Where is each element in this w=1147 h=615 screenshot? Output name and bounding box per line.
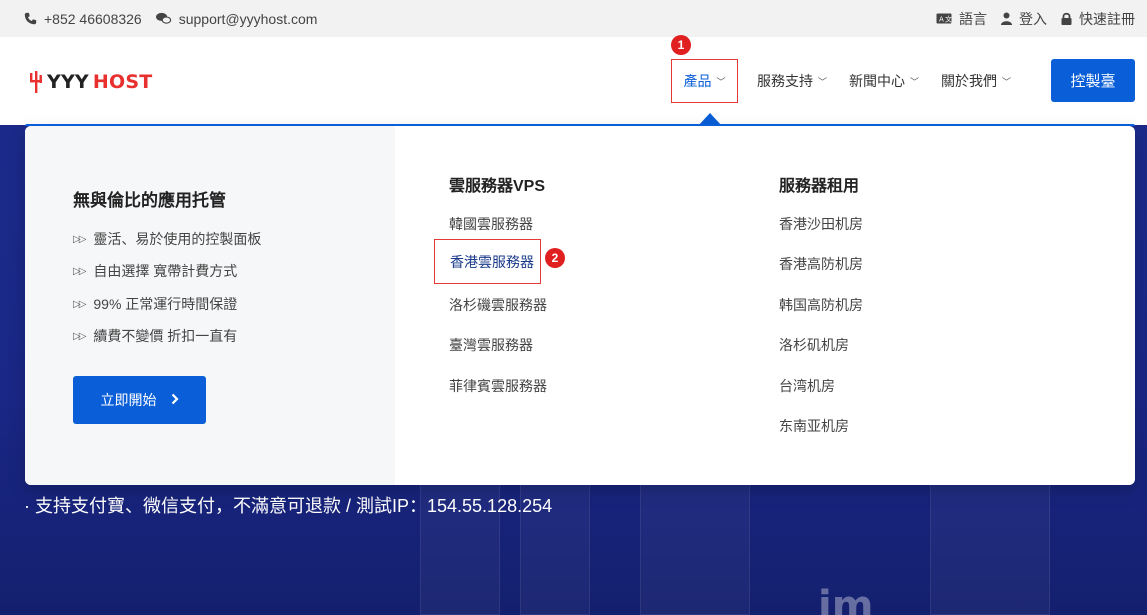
double-arrow-icon: ▷▷	[73, 298, 86, 310]
menu-link-la-dc[interactable]: 洛杉矶机房	[779, 335, 849, 355]
nav-products-label: 產品	[683, 73, 712, 89]
chevron-down-icon: ﹀	[818, 76, 828, 87]
chevron-down-icon: ﹀	[716, 76, 726, 87]
menu-link-philippines-cloud[interactable]: 菲律賓雲服務器	[449, 376, 547, 396]
step-badge-1: 1	[671, 35, 691, 55]
vps-column-title: 雲服務器VPS	[449, 178, 546, 195]
menu-link-kr-ddos[interactable]: 韩国高防机房	[779, 295, 863, 315]
chat-icon	[155, 12, 172, 25]
nav-news[interactable]: 新聞中心 ﹀	[841, 59, 927, 103]
top-bar-actions: A文 語言 登入 快速註冊	[936, 0, 1135, 37]
double-arrow-icon: ▷▷	[73, 330, 86, 342]
hero-subtitle: · 支持支付寶、微信支付，不滿意可退款 / 測試IP：154.55.128.25…	[24, 496, 553, 516]
feature-text: 續費不變價 折扣一直有	[93, 328, 238, 344]
language-label: 語言	[959, 10, 987, 27]
nav-about-label: 關於我們	[941, 73, 998, 89]
feature-item: ▷▷ 99% 正常運行時間保證	[73, 294, 237, 314]
double-arrow-icon: ▷▷	[73, 233, 86, 245]
dropdown-intro-panel: 無與倫比的應用托管 ▷▷ 靈活、易於使用的控製面板 ▷▷ 自由選擇 寬帶計費方式…	[25, 126, 395, 485]
logo-text-yyy: YYY	[47, 71, 89, 93]
intro-title: 無與倫比的應用托管	[73, 191, 226, 210]
menu-link-sea-dc[interactable]: 东南亚机房	[779, 416, 849, 436]
menu-link-taiwan-cloud[interactable]: 臺灣雲服務器	[449, 335, 533, 355]
user-icon	[1001, 12, 1012, 25]
register-link[interactable]: 快速註冊	[1061, 9, 1135, 29]
products-dropdown: 無與倫比的應用托管 ▷▷ 靈活、易於使用的控製面板 ▷▷ 自由選擇 寬帶計費方式…	[25, 126, 1135, 485]
language-switch[interactable]: A文 語言	[936, 9, 987, 29]
menu-link-tw-dc[interactable]: 台湾机房	[779, 376, 835, 396]
start-now-button[interactable]: 立即開始	[73, 376, 206, 424]
menu-link-la-cloud[interactable]: 洛杉磯雲服務器	[449, 295, 547, 315]
nav-products[interactable]: 產品 ﹀	[671, 59, 738, 103]
dropdown-top-accent	[25, 124, 1135, 126]
menu-link-hk-ddos[interactable]: 香港高防机房	[779, 254, 863, 274]
phone-contact[interactable]: +852 46608326	[24, 11, 142, 27]
double-arrow-icon: ▷▷	[73, 265, 86, 277]
svg-text:A: A	[939, 16, 944, 24]
feature-text: 99% 正常運行時間保證	[93, 296, 238, 312]
menu-link-hk-shatin[interactable]: 香港沙田机房	[779, 214, 863, 234]
menu-link-korea-cloud[interactable]: 韓國雲服務器	[449, 214, 533, 234]
chevron-right-icon	[171, 392, 179, 408]
nav-support-label: 服務支持	[757, 73, 813, 89]
nav-news-label: 新聞中心	[849, 73, 906, 89]
rental-column-title: 服務器租用	[779, 178, 860, 195]
language-icon: A文	[936, 13, 952, 24]
svg-text:文: 文	[945, 15, 952, 24]
chevron-down-icon: ﹀	[910, 76, 920, 87]
lock-icon	[1061, 12, 1072, 25]
phone-number: +852 46608326	[44, 10, 142, 27]
top-bar: +852 46608326 support@yyyhost.com A文 語言 …	[0, 0, 1147, 37]
start-now-label: 立即開始	[100, 392, 157, 408]
console-button[interactable]: 控製臺	[1051, 59, 1135, 102]
hero-watermark: im	[818, 583, 874, 615]
nav-about[interactable]: 關於我們 ﹀	[933, 59, 1019, 103]
chevron-down-icon: ﹀	[1002, 76, 1012, 87]
login-label: 登入	[1019, 10, 1047, 27]
feature-item: ▷▷ 自由選擇 寬帶計費方式	[73, 261, 237, 281]
phone-icon	[24, 12, 37, 25]
feature-item: ▷▷ 靈活、易於使用的控製面板	[73, 229, 261, 249]
site-header: YYY HOST 產品 ﹀ 服務支持 ﹀ 新聞中心 ﹀ 關於我們 ﹀ 控製臺	[0, 37, 1147, 125]
feature-text: 靈活、易於使用的控製面板	[93, 231, 262, 247]
step-badge-2: 2	[545, 248, 565, 268]
login-link[interactable]: 登入	[1001, 9, 1047, 29]
top-bar-contact: +852 46608326 support@yyyhost.com	[24, 0, 317, 37]
logo-text-host: HOST	[92, 71, 153, 93]
main-nav: 產品 ﹀ 服務支持 ﹀ 新聞中心 ﹀ 關於我們 ﹀	[671, 59, 1019, 103]
nav-support[interactable]: 服務支持 ﹀	[749, 59, 835, 103]
feature-item: ▷▷ 續費不變價 折扣一直有	[73, 326, 237, 346]
menu-link-hongkong-cloud[interactable]: 香港雲服務器	[434, 239, 541, 284]
register-label: 快速註冊	[1079, 10, 1135, 27]
email-contact[interactable]: support@yyyhost.com	[155, 10, 318, 27]
feature-text: 自由選擇 寬帶計費方式	[93, 263, 238, 279]
support-email: support@yyyhost.com	[178, 10, 318, 27]
logo-mark-icon	[29, 71, 43, 93]
site-logo[interactable]: YYY HOST	[29, 71, 152, 93]
